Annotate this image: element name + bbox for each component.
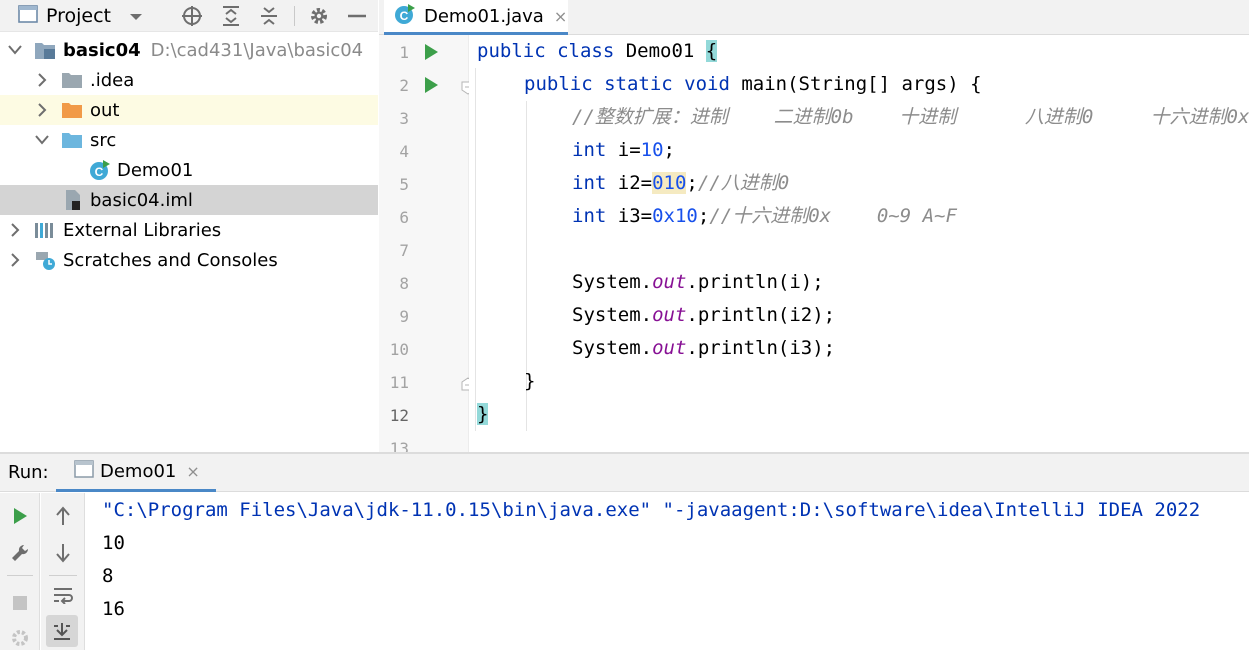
- line-number: 12: [389, 406, 409, 425]
- console-icon: [74, 460, 94, 483]
- java-class-icon: C: [394, 3, 416, 30]
- close-icon[interactable]: ×: [554, 7, 567, 26]
- tab-run-demo01[interactable]: Demo01 ×: [56, 454, 216, 492]
- settings-icon[interactable]: [5, 623, 35, 650]
- line-number: 10: [389, 340, 409, 359]
- collapse-all-icon[interactable]: [257, 4, 281, 28]
- tab-label: Demo01.java: [424, 5, 544, 27]
- locate-target-icon[interactable]: [180, 4, 204, 28]
- line-number: 2: [399, 76, 409, 95]
- code-editor[interactable]: public class Demo01 { public static void…: [469, 35, 1249, 453]
- java-class-icon: C: [89, 159, 111, 181]
- code-line-5: int i2=010;//八进制0: [572, 172, 790, 194]
- gear-icon[interactable]: [307, 4, 331, 28]
- tree-item-label: Scratches and Consoles: [63, 249, 278, 271]
- tree-item-demo01[interactable]: C Demo01: [0, 155, 378, 185]
- tree-item-idea[interactable]: .idea: [0, 65, 378, 95]
- excluded-folder-icon: [61, 99, 83, 121]
- chevron-right-icon[interactable]: [7, 252, 23, 268]
- line-number: 1: [399, 43, 409, 62]
- chevron-right-icon[interactable]: [34, 102, 50, 118]
- scratches-icon: [34, 249, 56, 271]
- line-number: 8: [399, 274, 409, 293]
- iml-file-icon: [62, 189, 84, 211]
- expand-all-icon[interactable]: [219, 4, 243, 28]
- folder-icon: [61, 69, 83, 91]
- libraries-icon: [34, 219, 56, 241]
- code-line-6: int i3=0x10;//十六进制0x 0~9 A~F: [572, 205, 957, 227]
- project-panel-header: Project: [0, 0, 378, 32]
- line-number: 7: [399, 241, 409, 260]
- line-number: 6: [399, 208, 409, 227]
- chevron-down-icon[interactable]: [34, 132, 50, 148]
- console-output[interactable]: "C:\Program Files\Java\jdk-11.0.15\bin\j…: [86, 493, 1249, 650]
- hide-panel-icon[interactable]: [345, 4, 369, 28]
- code-line-4: int i=10;: [572, 139, 675, 161]
- console-line: 8: [102, 565, 114, 587]
- chevron-right-icon[interactable]: [7, 222, 23, 238]
- console-line: "C:\Program Files\Java\jdk-11.0.15\bin\j…: [102, 499, 1201, 521]
- editor-tab-bar: C Demo01.java ×: [379, 0, 1249, 35]
- console-line: 10: [102, 532, 125, 554]
- line-number: 9: [399, 307, 409, 326]
- tree-item-basic04[interactable]: basic04 D:\cad431\Java\basic04: [0, 35, 378, 65]
- code-line-11: }: [524, 370, 536, 392]
- chevron-down-icon[interactable]: [7, 42, 23, 58]
- arrow-down-icon[interactable]: [48, 538, 78, 568]
- tree-item-label: basic04: [63, 39, 141, 61]
- tab-demo01-java[interactable]: C Demo01.java ×: [384, 0, 568, 35]
- editor-gutter: 1 2 3 4 5 6 7 8 9 10 11 12 13: [379, 35, 475, 458]
- run-class-icon[interactable]: [425, 44, 438, 60]
- tree-item-scratches[interactable]: Scratches and Consoles: [0, 245, 378, 275]
- module-folder-icon: [34, 39, 56, 61]
- run-panel-title: Run:: [8, 462, 49, 483]
- wrench-icon[interactable]: [5, 538, 35, 568]
- close-icon[interactable]: ×: [186, 462, 199, 481]
- tree-item-label: src: [90, 129, 117, 151]
- scroll-to-end-icon[interactable]: [46, 615, 78, 647]
- tree-item-label: External Libraries: [63, 219, 222, 241]
- line-number: 5: [399, 175, 409, 194]
- tree-item-label: Demo01: [117, 159, 194, 181]
- project-panel-title: Project: [46, 5, 112, 27]
- run-tab-label: Demo01: [100, 461, 177, 482]
- tree-item-label: out: [90, 99, 120, 121]
- rerun-icon[interactable]: [5, 501, 35, 531]
- code-line-9: System.out.println(i2);: [572, 304, 836, 326]
- line-number: 4: [399, 142, 409, 161]
- project-tree: basic04 D:\cad431\Java\basic04 .idea out …: [0, 34, 378, 452]
- arrow-up-icon[interactable]: [48, 501, 78, 531]
- line-number: 3: [399, 109, 409, 128]
- soft-wrap-icon[interactable]: [48, 580, 78, 610]
- stop-icon[interactable]: [5, 588, 35, 618]
- chevron-right-icon[interactable]: [34, 72, 50, 88]
- tree-item-label: basic04.iml: [90, 189, 193, 211]
- tree-item-src[interactable]: src: [0, 125, 378, 155]
- svg-text:C: C: [95, 165, 104, 179]
- project-view-icon: [18, 4, 38, 28]
- run-main-icon[interactable]: [425, 77, 438, 93]
- tree-item-external-libraries[interactable]: External Libraries: [0, 215, 378, 245]
- code-line-3: //整数扩展：进制 二进制0b 十进制 八进制0 十六进制0x: [572, 106, 1249, 128]
- code-line-2: public static void main(String[] args) {: [524, 73, 982, 95]
- tree-item-label: .idea: [90, 69, 135, 91]
- run-toolbar-primary: [0, 493, 40, 650]
- run-toolbar-secondary: [41, 493, 85, 650]
- module-path: D:\cad431\Java\basic04: [150, 39, 364, 61]
- code-line-8: System.out.println(i);: [572, 271, 824, 293]
- tree-item-out[interactable]: out: [0, 95, 378, 125]
- code-line-10: System.out.println(i3);: [572, 337, 836, 359]
- project-view-selector[interactable]: Project: [18, 3, 143, 29]
- line-number: 11: [389, 373, 409, 392]
- code-line-12: }: [477, 403, 489, 425]
- console-line: 16: [102, 598, 125, 620]
- svg-text:C: C: [400, 9, 409, 23]
- chevron-down-icon[interactable]: [129, 6, 143, 27]
- source-folder-icon: [61, 129, 83, 151]
- code-line-1: public class Demo01 {: [477, 40, 718, 62]
- tree-item-basic04-iml[interactable]: basic04.iml: [0, 185, 378, 215]
- run-panel-header: Run: Demo01 ×: [0, 454, 1249, 492]
